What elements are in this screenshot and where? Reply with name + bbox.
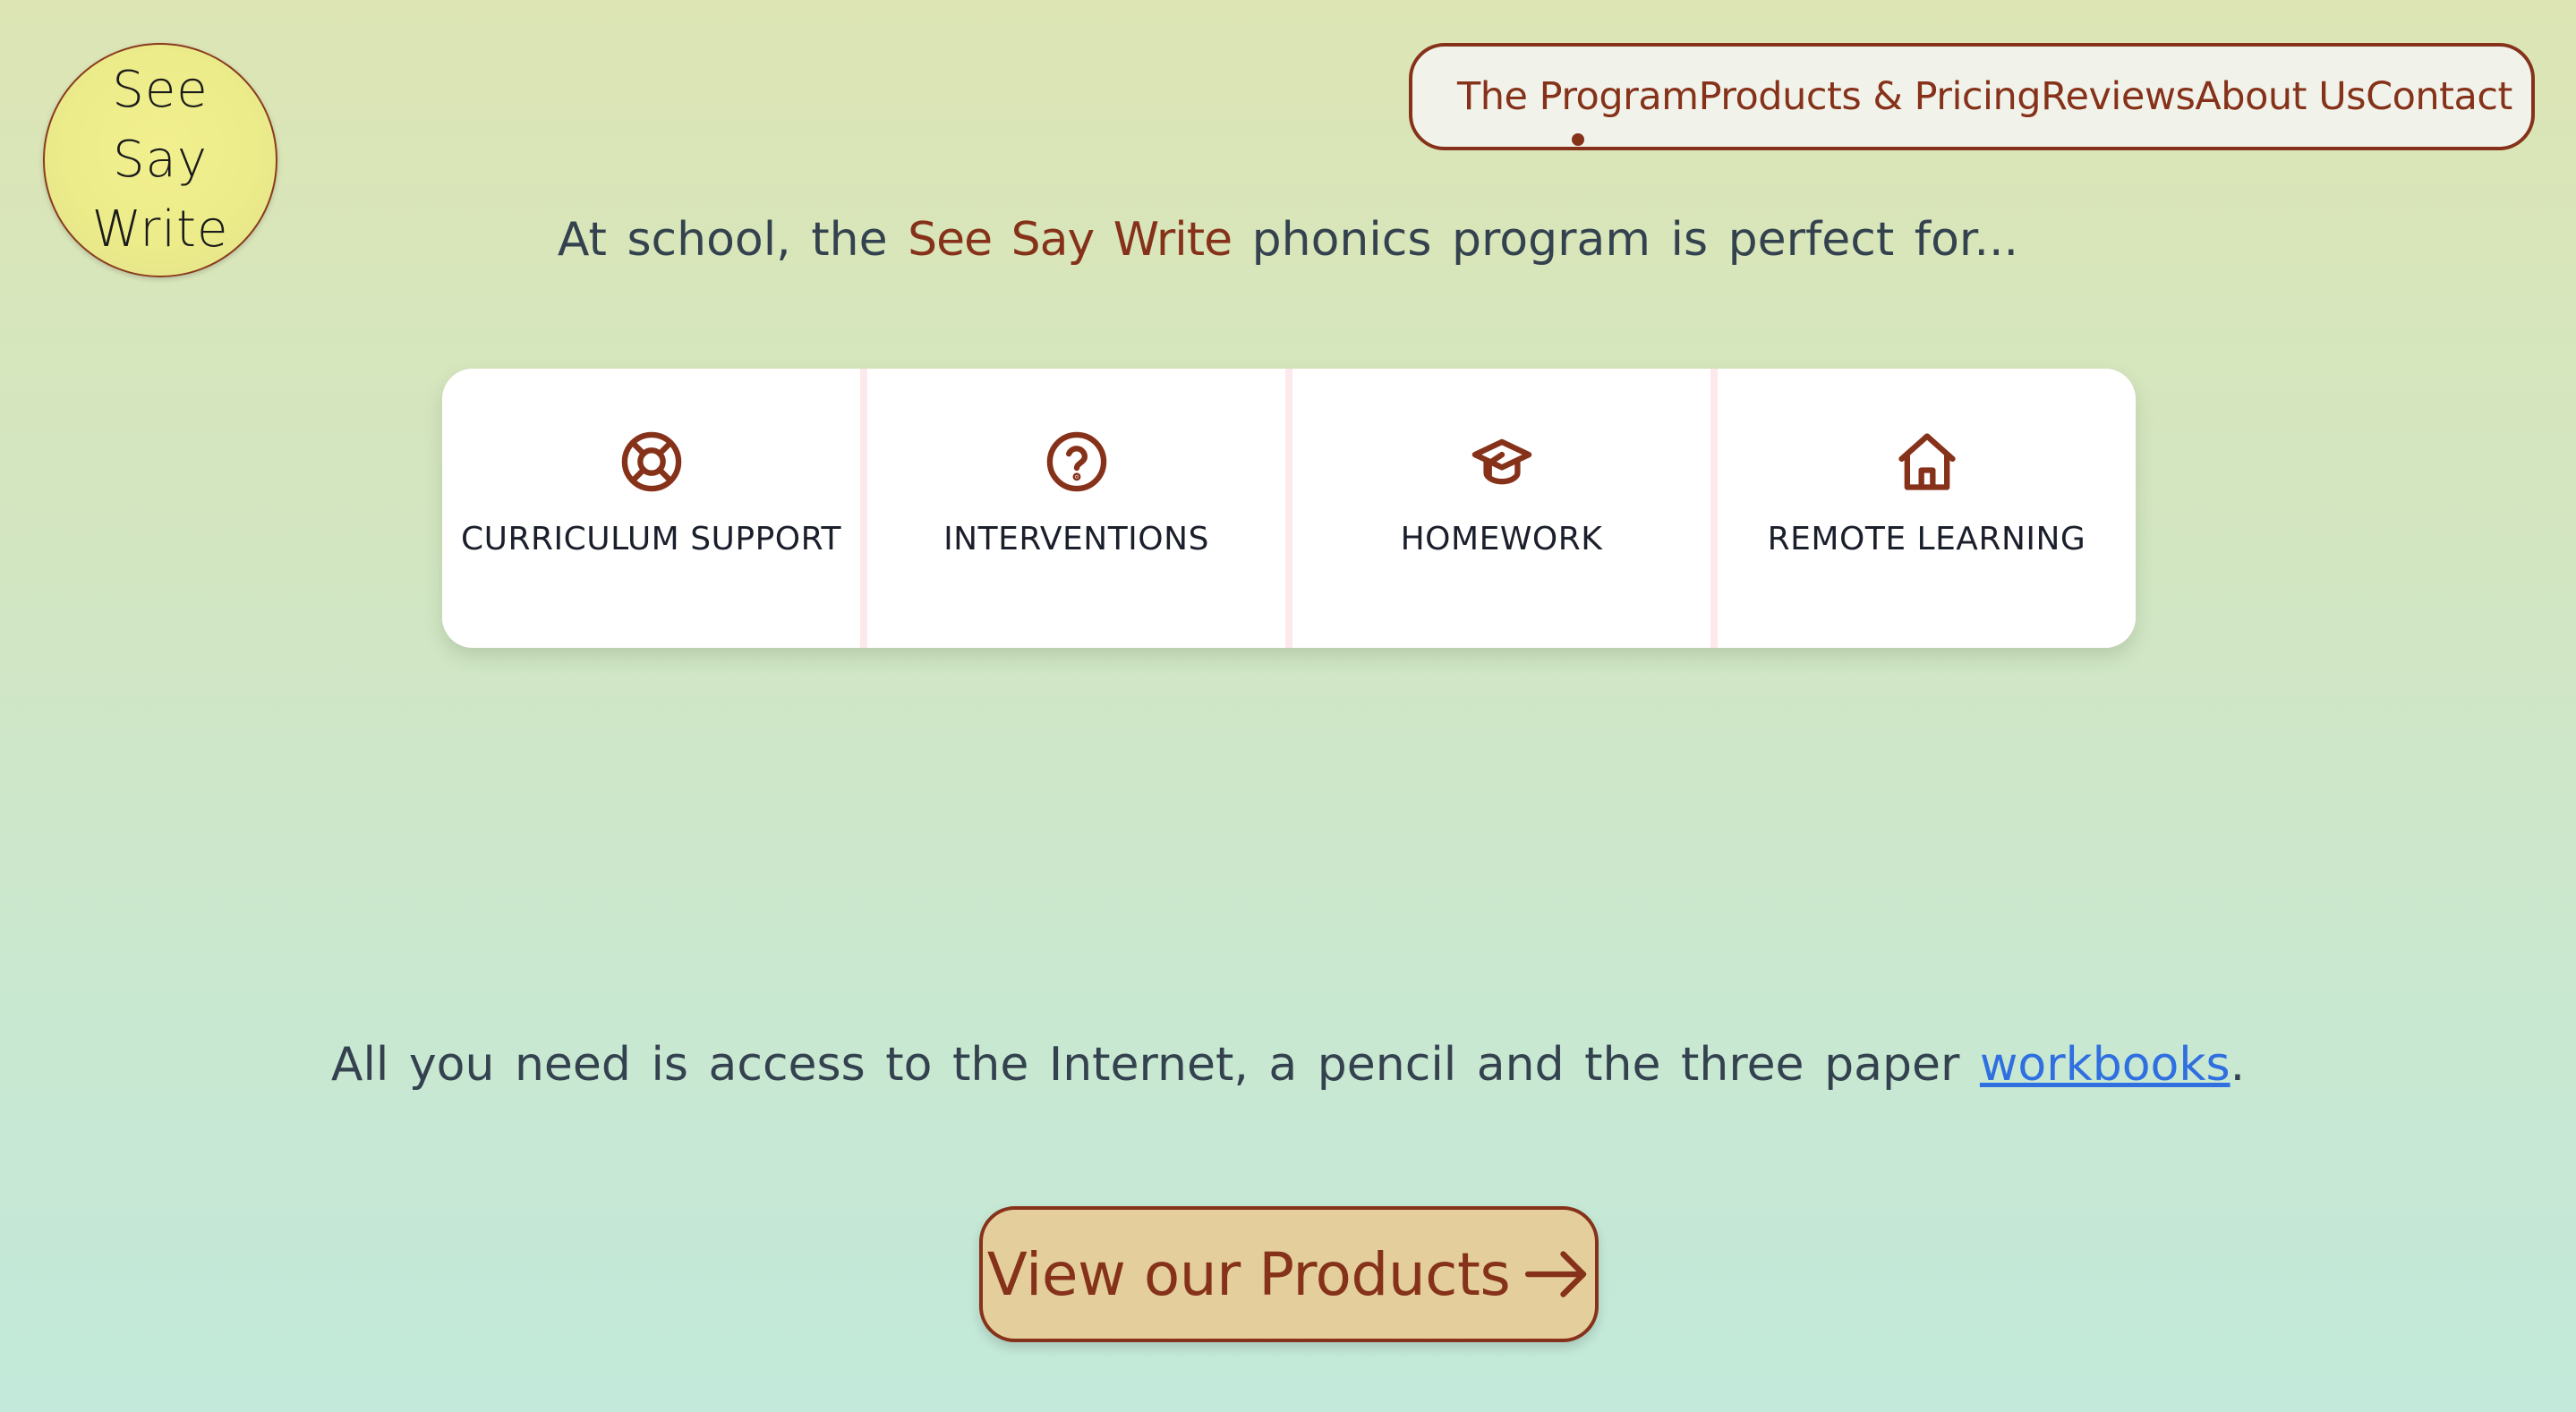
question-circle-icon [1043,428,1111,496]
feature-label: REMOTE LEARNING [1767,521,2086,557]
view-products-label: View our Products [986,1239,1511,1309]
nav-item-about-us[interactable]: About Us [2195,74,2366,119]
nav-item-products-pricing[interactable]: Products & Pricing [1698,74,2042,119]
nav-item-label: Products & Pricing [1698,74,2042,119]
feature-label: CURRICULUM SUPPORT [460,521,842,557]
feature-card-curriculum-support: CURRICULUM SUPPORT [442,369,860,648]
intro-brand-name: See Say Write [908,213,1233,267]
workbooks-link[interactable]: workbooks [1980,1038,2231,1092]
nav-item-reviews[interactable]: Reviews [2041,74,2196,119]
requirements-text-after: . [2230,1038,2246,1092]
nav-item-label: Contact [2366,74,2512,119]
requirements-text: All you need is access to the Internet, … [0,1038,2576,1092]
feature-card-remote-learning: REMOTE LEARNING [1718,369,2136,648]
feature-label: HOMEWORK [1400,521,1603,557]
logo-text-line-2: Say [112,131,208,189]
feature-card-homework: HOMEWORK [1292,369,1710,648]
feature-label: INTERVENTIONS [943,521,1209,557]
nav-item-label: Reviews [2041,74,2196,119]
feature-card-interventions: INTERVENTIONS [867,369,1285,648]
intro-text-before: At school, the [557,213,908,267]
main-nav: The Program Products & Pricing Reviews A… [1409,43,2535,150]
logo-text-line-1: See [112,61,209,119]
requirements-text-before: All you need is access to the Internet, … [330,1038,1980,1092]
nav-item-the-program[interactable]: The Program [1457,74,1699,146]
lifebuoy-icon [618,428,686,496]
nav-item-contact[interactable]: Contact [2366,74,2512,119]
intro-text-after: phonics program is perfect for... [1232,213,2019,267]
home-icon [1893,428,1961,496]
nav-item-label: The Program [1457,74,1699,119]
intro-heading: At school, the See Say Write phonics pro… [0,213,2576,267]
arrow-right-icon [1523,1247,1591,1301]
use-case-cards: CURRICULUM SUPPORT INTERVENTIONS HOMEWOR… [442,369,2136,648]
graduation-cap-icon [1468,428,1536,496]
view-products-button[interactable]: View our Products [979,1206,1599,1342]
nav-item-label: About Us [2195,74,2367,119]
active-indicator-dot [1571,133,1584,146]
